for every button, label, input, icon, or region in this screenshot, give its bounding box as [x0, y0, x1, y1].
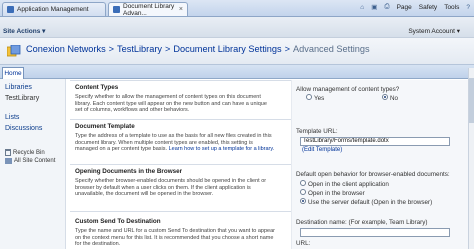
- section-title: Opening Documents in the Browser: [75, 168, 183, 175]
- vertical-scrollbar[interactable]: [468, 68, 474, 249]
- all-site-content-icon: [5, 158, 12, 164]
- breadcrumb-separator: >: [108, 44, 115, 54]
- radio-button-selected[interactable]: [300, 198, 306, 205]
- breadcrumb-library[interactable]: TestLibrary: [117, 44, 162, 54]
- browser-tab-application-management[interactable]: Application Management: [2, 2, 106, 16]
- user-account-menu[interactable]: System Account ▾: [408, 27, 460, 35]
- radio-button[interactable]: [306, 94, 312, 101]
- nav-all-site-content[interactable]: All Site Content: [5, 158, 55, 164]
- breadcrumb-current-page: Advanced Settings: [293, 44, 370, 54]
- use-server-default-radio[interactable]: Use the server default (Open in the brow…: [300, 198, 433, 206]
- quick-launch: Libraries TestLibrary Lists Discussions …: [0, 79, 66, 249]
- section-title: Content Types: [75, 84, 119, 91]
- radio-button[interactable]: [300, 189, 306, 196]
- radio-button-selected[interactable]: [382, 94, 388, 101]
- section-description: Specify whether to allow the management …: [75, 94, 267, 114]
- browser-tab-label: Application Management: [17, 6, 89, 13]
- content-types-no-radio[interactable]: No: [382, 94, 399, 102]
- close-tab-icon[interactable]: ×: [179, 6, 183, 13]
- sharepoint-page-icon: [113, 6, 120, 13]
- breadcrumb-library-settings[interactable]: Document Library Settings: [173, 44, 281, 54]
- radio-label: No: [390, 95, 399, 102]
- destination-url-label: URL:: [296, 240, 311, 247]
- breadcrumb: Conexion Networks > TestLibrary > Docume…: [26, 44, 370, 54]
- site-top-bar: [0, 17, 474, 38]
- template-help-link[interactable]: Learn how to set up a template for a lib…: [169, 146, 275, 152]
- sharepoint-page-icon: [7, 6, 14, 13]
- open-behavior-question: Default open behavior for browser-enable…: [296, 171, 450, 178]
- radio-button[interactable]: [300, 180, 306, 187]
- section-title: Custom Send To Destination: [75, 218, 161, 225]
- browser-command-bar: ⌂ ▣ ⎙ Page Safety Tools ?: [360, 3, 470, 11]
- section-title: Document Template: [75, 123, 135, 130]
- section-description: Type the address of a template to use as…: [75, 133, 275, 153]
- browser-tab-label: Document Library Advan...: [123, 2, 175, 17]
- template-url-label: Template URL:: [296, 128, 338, 135]
- recycle-bin-label: Recycle Bin: [13, 149, 45, 156]
- print-icon[interactable]: ⎙: [384, 3, 389, 11]
- scrollbar-thumb[interactable]: [469, 78, 474, 123]
- page-menu[interactable]: Page: [397, 4, 412, 11]
- destination-name-label: Destination name: (For example, Team Lib…: [296, 219, 428, 226]
- browser-tab-strip: Application Management Document Library …: [0, 0, 474, 17]
- radio-label: Use the server default (Open in the brow…: [308, 199, 433, 206]
- all-site-content-label: All Site Content: [14, 158, 56, 164]
- nav-discussions-heading[interactable]: Discussions: [5, 125, 42, 132]
- destination-name-input[interactable]: [300, 228, 450, 237]
- open-browser-radio[interactable]: Open in the browser: [300, 189, 365, 197]
- site-logo-icon: [7, 45, 21, 57]
- content-types-question: Allow management of content types?: [296, 86, 400, 93]
- tools-menu[interactable]: Tools: [444, 4, 459, 11]
- open-client-radio[interactable]: Open in the client application: [300, 180, 389, 188]
- breadcrumb-site[interactable]: Conexion Networks: [26, 44, 106, 54]
- section-description: Specify whether browser-enabled document…: [75, 178, 267, 198]
- nav-recycle-bin[interactable]: Recycle Bin: [5, 149, 45, 156]
- tab-home[interactable]: Home: [2, 67, 24, 79]
- breadcrumb-separator: >: [164, 44, 171, 54]
- nav-lists-heading[interactable]: Lists: [5, 114, 19, 121]
- breadcrumb-separator: >: [284, 44, 290, 54]
- help-icon[interactable]: ?: [466, 4, 470, 11]
- nav-item-testlibrary[interactable]: TestLibrary: [5, 95, 39, 102]
- radio-label: Yes: [314, 95, 325, 102]
- edit-template-link[interactable]: (Edit Template): [302, 147, 342, 153]
- nav-libraries-heading[interactable]: Libraries: [5, 84, 32, 91]
- top-nav-bar: [0, 65, 474, 79]
- template-url-input[interactable]: TestLibrary/Forms/template.dotx: [300, 137, 450, 146]
- section-description: Type the name and URL for a custom Send …: [75, 228, 275, 248]
- recycle-bin-icon: [5, 149, 11, 156]
- radio-label: Open in the browser: [308, 190, 365, 197]
- radio-label: Open in the client application: [308, 181, 389, 188]
- feeds-icon[interactable]: ▣: [371, 3, 377, 11]
- safety-menu[interactable]: Safety: [419, 4, 437, 11]
- home-icon[interactable]: ⌂: [360, 4, 364, 11]
- content-types-yes-radio[interactable]: Yes: [306, 94, 325, 102]
- site-actions-menu[interactable]: Site Actions ▾: [3, 27, 45, 35]
- browser-tab-document-library[interactable]: Document Library Advan... ×: [108, 2, 188, 17]
